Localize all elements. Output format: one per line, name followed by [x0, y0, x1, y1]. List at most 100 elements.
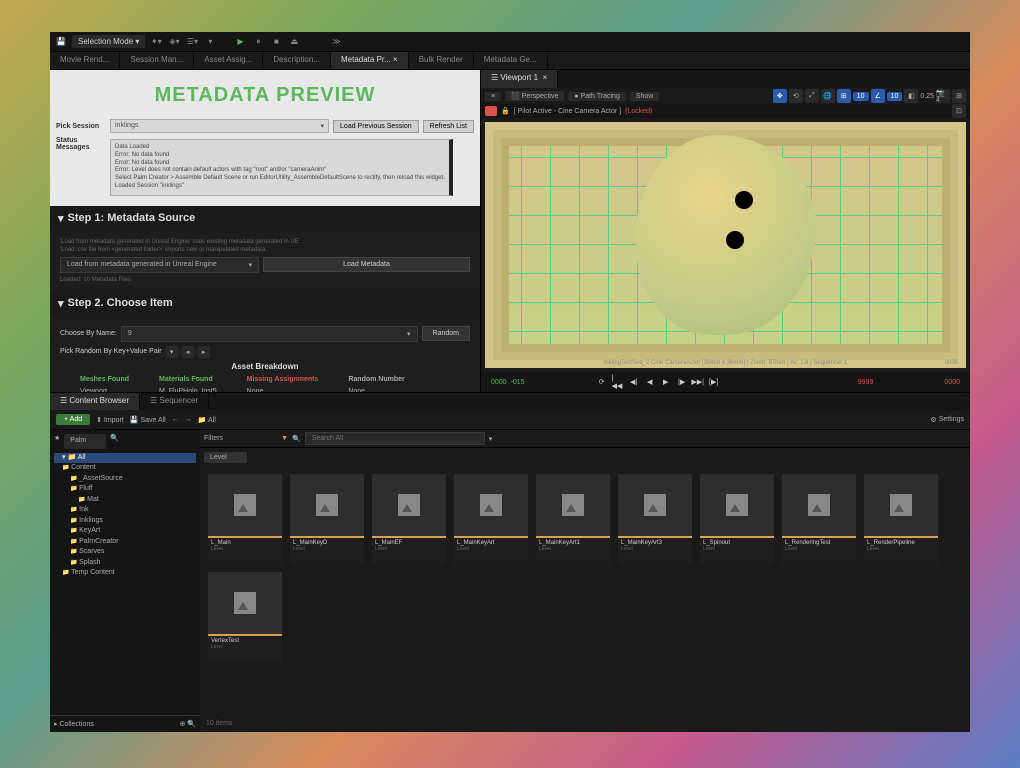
play-icon[interactable]: ▶ — [233, 35, 247, 49]
tree-item[interactable]: Mat — [54, 495, 196, 506]
world-icon[interactable]: 🌐 — [821, 89, 835, 103]
step1-header[interactable]: ▾ Step 1: Metadata Source — [50, 206, 480, 231]
editor-tab[interactable]: Metadata Pr... × — [331, 52, 409, 69]
asset-tile[interactable]: L_MainKeyArtLevel — [454, 474, 528, 564]
asset-tile[interactable]: L_MainKeyDLevel — [290, 474, 364, 564]
to-start-icon[interactable]: |◀◀ — [612, 376, 624, 388]
editor-tab[interactable]: Metadata Ge... — [474, 52, 548, 69]
step-back-icon[interactable]: ◀| — [628, 376, 640, 388]
collection-search-icon[interactable]: 🔍 — [187, 721, 196, 728]
viewport-restore-icon[interactable]: ⊡ — [952, 104, 966, 118]
favorites-icon[interactable]: ★ — [54, 434, 60, 449]
tree-item[interactable]: Fluff — [54, 484, 196, 495]
play-icon[interactable]: ▶ — [660, 376, 672, 388]
playback-end2[interactable]: 0000 — [944, 379, 960, 386]
scale-snap-value[interactable]: 0.25 — [920, 93, 934, 100]
editor-tab[interactable]: Bulk Render — [409, 52, 474, 69]
kv-next-button[interactable]: ▸ — [198, 346, 210, 358]
asset-tile[interactable]: L_RenderingTestLevel — [782, 474, 856, 564]
filter-icon[interactable]: ▼ — [281, 435, 288, 442]
stop-pilot-button[interactable] — [485, 106, 497, 116]
path-folder-icon[interactable]: 📁 All — [198, 416, 216, 424]
scale-snap-icon[interactable]: ◧ — [904, 89, 918, 103]
collections-bar[interactable]: ▸ Collections ⊕ 🔍 — [50, 715, 200, 732]
save-icon[interactable]: 💾 — [54, 35, 68, 49]
asset-tile[interactable]: L_MainKeyArt3Level — [618, 474, 692, 564]
asset-tile[interactable]: VertexTestLevel — [208, 572, 282, 662]
search-input[interactable] — [305, 432, 485, 445]
add-button[interactable]: + Add — [56, 414, 90, 425]
rotate-icon[interactable]: ⟲ — [789, 89, 803, 103]
viewport-tab[interactable]: ☰ Viewport 1 × — [481, 70, 558, 88]
add-content-icon[interactable]: ✦▾ — [149, 35, 163, 49]
expand-icon[interactable]: ≫ — [329, 35, 343, 49]
search-dropdown-icon[interactable]: ▾ — [489, 435, 493, 443]
tree-item[interactable]: Ink — [54, 505, 196, 516]
editor-tab[interactable]: Asset Assig... — [194, 52, 263, 69]
build-icon[interactable]: ▾ — [203, 35, 217, 49]
tree-item[interactable]: Temp Content — [54, 568, 196, 579]
tree-item[interactable]: _AssetSource — [54, 474, 196, 485]
playback-end1[interactable]: 9999 — [858, 379, 874, 386]
pick-session-dropdown[interactable]: inklings▾ — [110, 119, 329, 133]
playback-start[interactable]: 0000 — [491, 379, 507, 386]
collection-add-icon[interactable]: ⊕ — [179, 721, 185, 728]
translate-icon[interactable]: ✥ — [773, 89, 787, 103]
step2-header[interactable]: ▾ Step 2. Choose Item — [50, 291, 480, 316]
perspective-dropdown[interactable]: ⬛ Perspective — [505, 91, 564, 101]
record-icon[interactable]: [▶] — [708, 376, 720, 388]
level-filter-chip[interactable]: Level — [204, 452, 247, 463]
asset-tile[interactable]: L_SpinoutLevel — [700, 474, 774, 564]
angle-snap-value[interactable]: 10 — [887, 92, 903, 101]
scale-icon[interactable]: ⤢ — [805, 89, 819, 103]
tree-item[interactable]: Splash — [54, 558, 196, 569]
camera-speed-icon[interactable]: 📷 4 — [936, 89, 950, 103]
editor-tab[interactable]: Session Man... — [120, 52, 194, 69]
tree-item[interactable]: Content — [54, 463, 196, 474]
random-button[interactable]: Random — [422, 326, 470, 341]
save-all-button[interactable]: 💾 Save All — [130, 416, 166, 424]
editor-tab[interactable]: Movie Rend... — [50, 52, 120, 69]
load-metadata-button[interactable]: Load Metadata — [263, 257, 470, 272]
tree-all[interactable]: ▾ 📁 All — [54, 453, 196, 464]
eject-icon[interactable]: ⏏ — [287, 35, 301, 49]
kv-dropdown[interactable]: ▾ — [166, 346, 178, 358]
selection-mode-dropdown[interactable]: Selection Mode ▾ — [72, 35, 145, 48]
tree-item[interactable]: KeyArt — [54, 526, 196, 537]
editor-tab[interactable]: Description... — [263, 52, 331, 69]
blueprint-icon[interactable]: ◈▾ — [167, 35, 181, 49]
grid-snap-value[interactable]: 10 — [853, 92, 869, 101]
sequencer-tab[interactable]: ☰ Sequencer — [140, 393, 209, 410]
kv-prev-button[interactable]: ◂ — [182, 346, 194, 358]
grid-snap-icon[interactable]: ⊞ — [837, 89, 851, 103]
history-fwd-icon[interactable]: → — [185, 416, 192, 423]
to-end-icon[interactable]: ▶▶| — [692, 376, 704, 388]
settings-button[interactable]: ⚙ Settings — [930, 416, 964, 424]
asset-tile[interactable]: L_RenderPipelineLevel — [864, 474, 938, 564]
loop-icon[interactable]: ⟳ — [596, 376, 608, 388]
tree-search-icon[interactable]: 🔍 — [110, 434, 119, 449]
refresh-list-button[interactable]: Refresh List — [423, 120, 474, 133]
content-browser-tab[interactable]: ☰ Content Browser — [50, 393, 140, 410]
history-back-icon[interactable]: ← — [172, 416, 179, 423]
metadata-source-dropdown[interactable]: Load from metadata generated in Unreal E… — [60, 257, 259, 273]
angle-snap-icon[interactable]: ∠ — [871, 89, 885, 103]
pause-icon[interactable]: ⏸ — [251, 35, 265, 49]
breadcrumb-palm[interactable]: Palm — [64, 434, 106, 449]
pilot-lock-icon[interactable]: 🔒 — [501, 107, 510, 115]
asset-tile[interactable]: L_MainKeyArt1Level — [536, 474, 610, 564]
load-previous-session-button[interactable]: Load Previous Session — [333, 120, 419, 133]
reverse-play-icon[interactable]: ◀ — [644, 376, 656, 388]
lit-mode-dropdown[interactable]: ● Path Tracing — [568, 92, 626, 101]
viewport-3d[interactable]: InklingTestSeq_2 Cine CameraActor [36mm … — [485, 122, 966, 368]
viewport-options[interactable]: ≡ — [485, 92, 501, 101]
sequence-icon[interactable]: ☰▾ — [185, 35, 199, 49]
tree-item[interactable]: Scarves — [54, 547, 196, 558]
stop-icon[interactable]: ■ — [269, 35, 283, 49]
step-fwd-icon[interactable]: |▶ — [676, 376, 688, 388]
import-button[interactable]: ⬆ Import — [96, 416, 124, 424]
maximize-icon[interactable]: ⊞ — [952, 89, 966, 103]
show-dropdown[interactable]: Show — [630, 92, 660, 101]
playback-current[interactable]: -015 — [511, 379, 525, 386]
choose-by-name-dropdown[interactable]: 9▾ — [121, 326, 418, 342]
